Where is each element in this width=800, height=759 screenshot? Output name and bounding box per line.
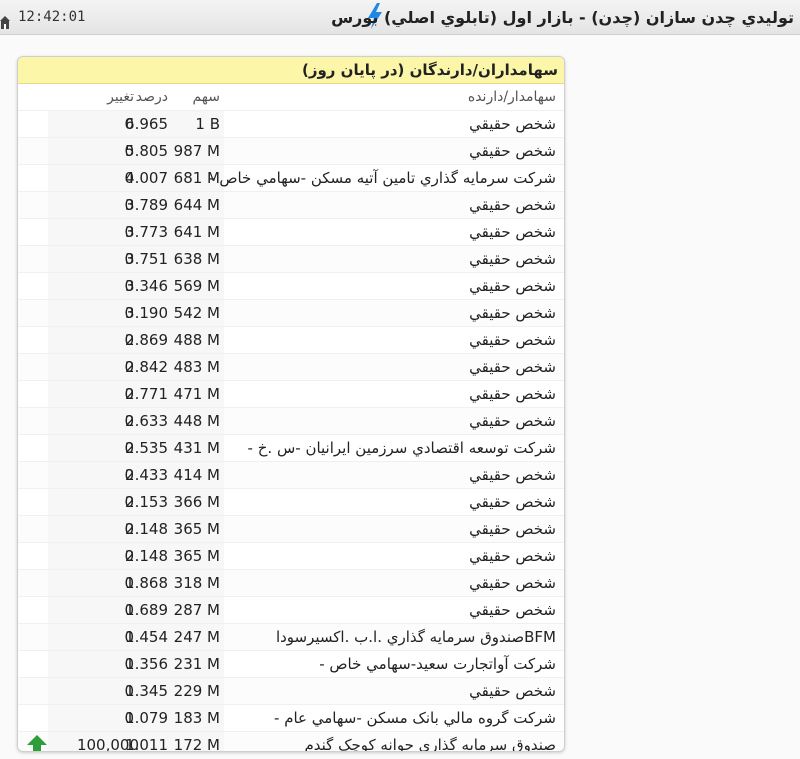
home-icon[interactable]	[0, 15, 10, 29]
holder-cell: شخص حقيقي	[469, 115, 556, 133]
change-cell: 0	[124, 574, 134, 592]
change-cell: 0	[124, 223, 134, 241]
change-cell: 0	[124, 196, 134, 214]
column-change: تغيير	[107, 89, 134, 105]
table-row[interactable]: BFMصندوق سرمايه گذاري .ا.ب .اکسيرسودا 247…	[18, 623, 564, 650]
change-cell: 0	[124, 547, 134, 565]
table-row[interactable]: شخص حقيقي 471 M 2.771 0	[18, 380, 564, 407]
table-row[interactable]: شخص حقيقي 1 B 6.965 0	[18, 110, 564, 137]
holder-cell: شخص حقيقي	[469, 250, 556, 268]
shareholders-panel: سهامداران/دارندگان (در پايان روز) سهامدا…	[17, 56, 565, 752]
table-row[interactable]: شخص حقيقي 569 M 3.346 0	[18, 272, 564, 299]
table-row[interactable]: شخص حقيقي 483 M 2.842 0	[18, 353, 564, 380]
table-row[interactable]: شخص حقيقي 414 M 2.433 0	[18, 461, 564, 488]
panel-header: سهامداران/دارندگان (در پايان روز)	[18, 57, 564, 84]
holder-cell: شخص حقيقي	[469, 223, 556, 241]
change-cell: 0	[124, 439, 134, 457]
table-row[interactable]: شخص حقيقي 448 M 2.633 0	[18, 407, 564, 434]
change-cell: 0	[124, 331, 134, 349]
change-cell: 100,000	[76, 736, 139, 752]
change-cell: 0	[124, 277, 134, 295]
table-row[interactable]: شخص حقيقي 229 M 1.345 0	[18, 677, 564, 704]
title-bar: 12:42:01 توليدي چدن سازان (چدن) - بازار …	[0, 0, 800, 35]
table-row[interactable]: شرکت سرمايه گذاري تامين آتيه مسکن -سهامي…	[18, 164, 564, 191]
instrument-title: توليدي چدن سازان (چدن) - بازار اول (تابل…	[331, 8, 794, 27]
table-row[interactable]: صندوق سرمايه گذاري جوانه کوچک گندم 172 M1…	[18, 731, 564, 752]
table-row[interactable]: شخص حقيقي 366 M 2.153 0	[18, 488, 564, 515]
holder-cell: شخص حقيقي	[469, 277, 556, 295]
holder-cell: شخص حقيقي	[469, 574, 556, 592]
holder-cell: شرکت آواتجارت سعيد-سهامي خاص -	[319, 655, 556, 673]
holder-cell: شخص حقيقي	[469, 358, 556, 376]
holder-cell: شخص حقيقي	[469, 547, 556, 565]
up-arrow-icon	[27, 735, 47, 751]
change-cell: 0	[124, 142, 134, 160]
column-holder: سهامدار/دارنده	[467, 89, 556, 105]
change-cell: 0	[124, 169, 134, 187]
holder-cell: شخص حقيقي	[469, 493, 556, 511]
holder-cell: شخص حقيقي	[469, 142, 556, 160]
holder-cell: شخص حقيقي	[469, 196, 556, 214]
change-cell: 0	[124, 682, 134, 700]
change-cell: 0	[124, 385, 134, 403]
holder-cell: شرکت سرمايه گذاري تامين آتيه مسکن -سهامي…	[209, 169, 556, 187]
table-row[interactable]: شخص حقيقي 641 M 3.773 0	[18, 218, 564, 245]
table-row[interactable]: شرکت توسعه اقتصادي سرزمين ايرانيان -س .خ…	[18, 434, 564, 461]
shareholder-list: شخص حقيقي 1 B 6.965 0 شخص حقيقي 987 M 5.805 0 شر…	[18, 110, 564, 752]
change-cell: 0	[124, 493, 134, 511]
holder-cell: شخص حقيقي	[469, 412, 556, 430]
change-cell: 0	[124, 628, 134, 646]
table-header: سهامدار/دارنده سهم درصد تغيير	[18, 84, 564, 110]
holder-cell: شخص حقيقي	[469, 304, 556, 322]
change-cell: 0	[124, 358, 134, 376]
table-row[interactable]: شخص حقيقي 318 M 1.868 0	[18, 569, 564, 596]
table-row[interactable]: شرکت گروه مالي بانک مسکن -سهامي عام -183…	[18, 704, 564, 731]
change-cell: 0	[124, 655, 134, 673]
table-row[interactable]: شخص حقيقي 365 M 2.148 0	[18, 542, 564, 569]
holder-cell: صندوق سرمايه گذاري جوانه کوچک گندم	[304, 736, 556, 752]
holder-cell: شخص حقيقي	[469, 520, 556, 538]
table-row[interactable]: شخص حقيقي 488 M 2.869 0	[18, 326, 564, 353]
change-cell: 0	[124, 709, 134, 727]
holder-cell: شخص حقيقي	[469, 331, 556, 349]
change-cell: 0	[124, 601, 134, 619]
table-row[interactable]: شخص حقيقي 638 M 3.751 0	[18, 245, 564, 272]
change-cell: 0	[124, 250, 134, 268]
table-row[interactable]: شخص حقيقي 987 M 5.805 0	[18, 137, 564, 164]
table-row[interactable]: شرکت آواتجارت سعيد-سهامي خاص -231 M 1.356…	[18, 650, 564, 677]
change-cell: 0	[124, 412, 134, 430]
holder-cell: شرکت توسعه اقتصادي سرزمين ايرانيان -س .خ…	[247, 439, 556, 457]
holder-cell: شخص حقيقي	[469, 385, 556, 403]
change-cell: 0	[124, 466, 134, 484]
table-row[interactable]: شخص حقيقي 365 M 2.148 0	[18, 515, 564, 542]
holder-cell: BFMصندوق سرمايه گذاري .ا.ب .اکسيرسودا	[275, 628, 556, 646]
change-cell: 0	[124, 115, 134, 133]
clock-time: 12:42:01	[18, 9, 86, 25]
holder-cell: شخص حقيقي	[469, 466, 556, 484]
table-row[interactable]: شخص حقيقي 542 M 3.190 0	[18, 299, 564, 326]
holder-cell: شخص حقيقي	[469, 682, 556, 700]
holder-cell: شخص حقيقي	[469, 601, 556, 619]
table-row[interactable]: شخص حقيقي 287 M 1.689 0	[18, 596, 564, 623]
change-cell: 0	[124, 304, 134, 322]
holder-cell: شرکت گروه مالي بانک مسکن -سهامي عام -	[274, 709, 556, 727]
table-row[interactable]: شخص حقيقي 644 M 3.789 0	[18, 191, 564, 218]
change-cell: 0	[124, 520, 134, 538]
